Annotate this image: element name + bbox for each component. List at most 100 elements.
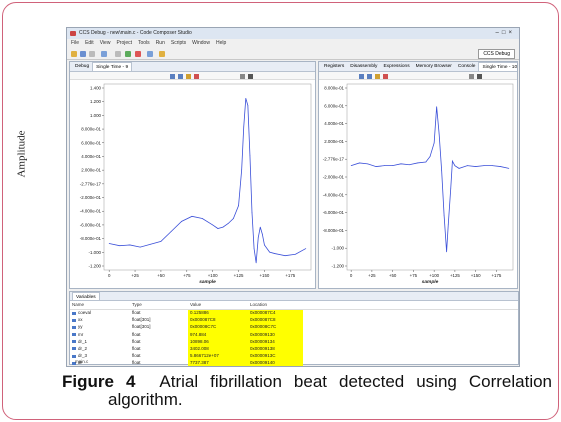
window-title: CCS Debug - new\main.c - Code Composer S… (79, 30, 192, 36)
var-name: dr_2 (78, 346, 88, 352)
table-row[interactable]: dr_2 float 3402.008 0x00009138 (70, 344, 518, 353)
data-point (443, 215, 445, 216)
build-icon[interactable] (101, 51, 107, 57)
menu-scripts[interactable]: Scripts (171, 39, 186, 48)
var-location: 0x00009138 (248, 344, 303, 353)
var-type: float (132, 310, 141, 316)
menu-file[interactable]: File (71, 39, 79, 48)
table-row[interactable]: coeval float 0.125886 0x000087C4 (70, 309, 518, 317)
y-tick-label: 6.000e-01 (324, 103, 344, 108)
reset-icon[interactable] (186, 74, 191, 79)
var-type: float[301] (132, 317, 151, 323)
new-icon[interactable] (71, 51, 77, 57)
data-point (508, 168, 510, 169)
tab-registers[interactable]: Registers (321, 62, 347, 71)
refresh-icon[interactable] (469, 74, 474, 79)
table-row[interactable]: xx float[301] 0x000087C8 0x000087C8 (70, 316, 518, 324)
variables-tabs: Variables (70, 292, 518, 301)
data-point (429, 156, 431, 157)
menu-tools[interactable]: Tools (138, 39, 150, 48)
y-tick-label: 6.000e-01 (81, 140, 101, 145)
search-icon[interactable] (159, 51, 165, 57)
data-point (450, 187, 452, 189)
table-row[interactable]: mr float 974.884 0x00009130 (70, 330, 518, 338)
zoom-in-icon[interactable] (359, 74, 364, 79)
export-icon[interactable] (248, 74, 253, 79)
zoom-in-icon[interactable] (170, 74, 175, 79)
print-icon[interactable] (89, 51, 95, 57)
tab-expressions[interactable]: Expressions (380, 62, 412, 71)
menu-project[interactable]: Project (116, 39, 132, 48)
col-type[interactable]: Type (130, 301, 188, 310)
data-point (446, 251, 447, 253)
data-point (150, 243, 151, 245)
zoom-out-icon[interactable] (178, 74, 183, 79)
data-point (295, 253, 296, 255)
y-tick-label: 1.000 (90, 113, 102, 118)
undo-icon[interactable] (115, 51, 121, 57)
data-point (284, 255, 286, 257)
save-icon[interactable] (80, 51, 86, 57)
left-graph-toolbar (70, 72, 315, 80)
col-name[interactable]: Name (70, 301, 130, 310)
figure-caption: Figure 4 Atrial fibrillation beat detect… (62, 373, 552, 409)
y-tick-label: 8.000e-01 (81, 127, 101, 132)
window-controls[interactable]: –□× (496, 28, 515, 39)
col-location[interactable]: Location (248, 301, 303, 310)
data-point (417, 162, 418, 164)
data-point (191, 215, 193, 217)
table-row[interactable]: yy float[301] 0x00008C7C 0x00008C7C (70, 323, 518, 331)
left-chart: 1.400 1.200 1.000 8.000e-01 6.000e-01 4.000e-… (80, 83, 312, 285)
data-point (500, 166, 501, 167)
menu-run[interactable]: Run (156, 39, 165, 48)
right-chart: 8.000e-01 6.000e-01 4.000e-01 2.000e-01 -2.7… (323, 83, 514, 285)
menu-window[interactable]: Window (192, 39, 210, 48)
menu-view[interactable]: View (100, 39, 111, 48)
x-tick-label: +100 (429, 273, 439, 278)
caption-line-1: Figure 4 Atrial fibrillation beat detect… (62, 373, 552, 391)
y-tick-label: 1.200 (90, 99, 102, 104)
data-point (257, 237, 259, 239)
var-type: float (132, 331, 141, 337)
perspective-ccs-debug[interactable]: CCS Debug (478, 49, 515, 59)
tab-variables[interactable]: Variables (72, 292, 100, 300)
data-point (475, 166, 476, 167)
data-point (247, 105, 249, 106)
data-point (233, 218, 234, 219)
pin-icon[interactable] (194, 74, 199, 79)
x-tick-label: 0 (108, 273, 111, 278)
data-point (212, 224, 214, 226)
pin-icon[interactable] (383, 74, 388, 79)
data-point (384, 165, 385, 167)
y-tick-label: -8.000e-01 (323, 228, 345, 233)
export-icon[interactable] (477, 74, 482, 79)
plot-area (103, 83, 312, 271)
tab-disassembly[interactable]: Disassembly (347, 62, 380, 71)
x-tick-label: +100 (208, 273, 218, 278)
var-name-cell: mr (70, 331, 130, 338)
stop-icon[interactable] (135, 51, 141, 57)
y-tick-label: -2.776e-17 (80, 181, 102, 186)
variable-icon (72, 311, 76, 315)
table-header-row: Name Type Value Location (70, 301, 518, 310)
debug-icon[interactable] (125, 51, 131, 57)
tab-memory-browser[interactable]: Memory Browser (413, 62, 455, 71)
data-point (222, 226, 224, 228)
menu-help[interactable]: Help (216, 39, 226, 48)
tab-single-time-9[interactable]: Single Time - 9 (92, 62, 133, 71)
data-point (249, 155, 251, 156)
table-row[interactable]: dr_1 float 10898.06 0x00009134 (70, 337, 518, 345)
tab-single-time-10[interactable]: Single Time - 10 (478, 62, 517, 71)
tab-console[interactable]: Console (455, 62, 479, 71)
app-icon (70, 31, 76, 36)
col-value[interactable]: Value (188, 301, 248, 310)
y-tick-label: -4.000e-01 (323, 192, 345, 197)
refresh-icon[interactable] (240, 74, 245, 79)
tab-debug[interactable]: Debug (72, 62, 92, 71)
reset-icon[interactable] (375, 74, 380, 79)
data-point (375, 166, 377, 167)
zoom-out-icon[interactable] (367, 74, 372, 79)
step-icon[interactable] (147, 51, 153, 57)
var-name-cell: dr_1 (70, 338, 130, 345)
menu-edit[interactable]: Edit (85, 39, 94, 48)
